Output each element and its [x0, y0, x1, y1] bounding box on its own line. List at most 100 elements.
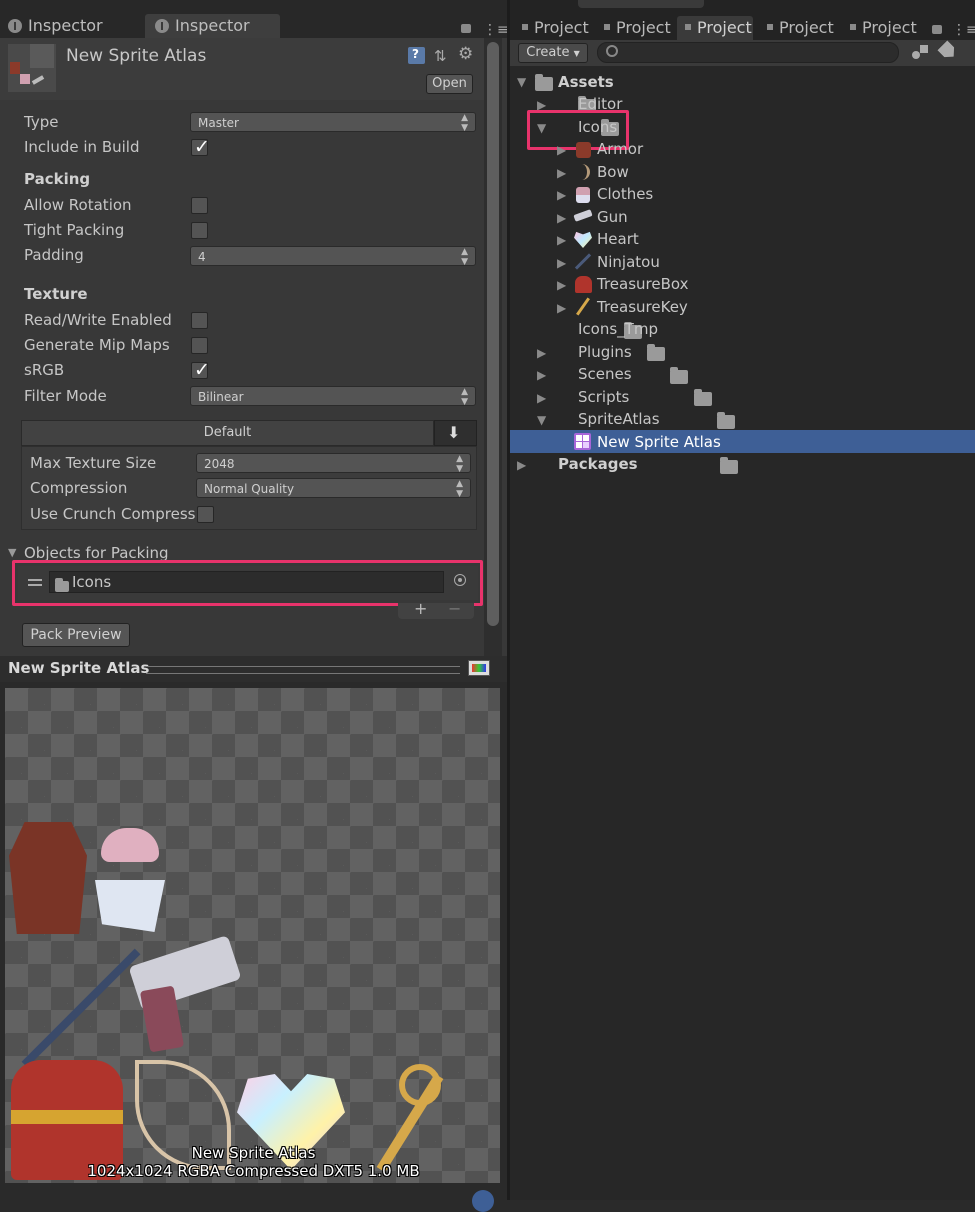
- tab-project-2[interactable]: Project: [604, 16, 671, 40]
- expand-triangle-icon[interactable]: ▶: [557, 256, 566, 270]
- expand-triangle-icon[interactable]: ▶: [517, 458, 526, 472]
- tree-item-bow[interactable]: Bow: [597, 163, 629, 181]
- tab-project-5[interactable]: Project: [850, 16, 917, 40]
- gear-icon[interactable]: ⚙: [458, 44, 473, 64]
- lock-icon[interactable]: [461, 24, 471, 33]
- menu-icon[interactable]: ⋮≡: [483, 22, 509, 38]
- read-write-checkbox[interactable]: [191, 312, 208, 329]
- clothes-top-sprite: [101, 828, 159, 862]
- allow-rotation-checkbox[interactable]: [191, 197, 208, 214]
- tree-item-spriteatlas[interactable]: SpriteAtlas: [578, 410, 660, 428]
- rgb-toggle-icon[interactable]: [468, 660, 490, 676]
- tree-item-new-sprite-atlas[interactable]: New Sprite Atlas: [597, 433, 721, 451]
- add-item-button[interactable]: +: [414, 599, 427, 618]
- info-icon: [8, 19, 22, 33]
- tree-item-clothes[interactable]: Clothes: [597, 185, 653, 203]
- tree-item-armor[interactable]: Armor: [597, 140, 643, 158]
- asset-name: New Sprite Atlas: [66, 46, 207, 66]
- pack-preview-button[interactable]: Pack Preview: [22, 623, 130, 647]
- inspector-scrollbar[interactable]: [484, 38, 502, 656]
- list-footer: + −: [398, 599, 474, 619]
- search-input[interactable]: [597, 42, 899, 63]
- atlas-preview: [5, 688, 500, 1183]
- expand-triangle-icon[interactable]: ▶: [537, 391, 546, 405]
- asset-thumbnail: [8, 44, 56, 92]
- expand-triangle-icon[interactable]: ▶: [557, 166, 566, 180]
- preset-icon[interactable]: ⇅: [434, 47, 447, 65]
- include-in-build-checkbox[interactable]: ✓: [191, 136, 210, 158]
- collapse-triangle-icon[interactable]: ▼: [8, 546, 16, 559]
- filter-mode-dropdown[interactable]: Bilinear ▲ ▼: [190, 386, 476, 407]
- expand-triangle-icon[interactable]: ▶: [557, 233, 566, 247]
- tab-download-platform[interactable]: ⬇: [434, 420, 477, 446]
- srgb-checkbox[interactable]: ✓: [191, 359, 210, 381]
- sprite-atlas-icon: [574, 433, 591, 450]
- srgb-label: sRGB: [24, 361, 65, 379]
- download-icon: ⬇: [447, 423, 461, 442]
- filter-type-icon[interactable]: [910, 43, 932, 61]
- project-panel: [510, 0, 975, 1200]
- scrollbar-thumb[interactable]: [487, 42, 499, 626]
- tree-item-icons-tmp[interactable]: Icons_Tmp: [578, 320, 658, 338]
- tree-item-heart[interactable]: Heart: [597, 230, 639, 248]
- max-texture-size-label: Max Texture Size: [30, 454, 157, 472]
- folder-icon: [670, 367, 689, 384]
- tab-inspector-2[interactable]: Inspector: [145, 14, 280, 38]
- updown-icon: ▲ ▼: [456, 479, 463, 499]
- mip-maps-checkbox[interactable]: [191, 337, 208, 354]
- allow-rotation-label: Allow Rotation: [24, 196, 132, 214]
- preview-drag-bar[interactable]: [146, 666, 460, 674]
- tree-item-scripts[interactable]: Scripts: [578, 388, 629, 406]
- max-texture-size-dropdown[interactable]: 2048 ▲ ▼: [196, 453, 471, 474]
- padding-dropdown[interactable]: 4 ▲ ▼: [190, 246, 476, 267]
- tree-item-treasurebox[interactable]: TreasureBox: [597, 275, 689, 293]
- check-icon: ✓: [194, 136, 210, 158]
- preview-caption-info: 1024x1024 RGBA Compressed DXT5 1.0 MB: [87, 1162, 420, 1180]
- expand-triangle-icon[interactable]: ▶: [537, 368, 546, 382]
- tab-project-3[interactable]: Project: [677, 16, 753, 40]
- tree-item-treasurekey[interactable]: TreasureKey: [597, 298, 688, 316]
- help-icon[interactable]: ?: [408, 47, 425, 64]
- highlight-objects-box: [12, 560, 483, 606]
- preview-caption-name: New Sprite Atlas: [191, 1144, 316, 1162]
- tree-item-plugins[interactable]: Plugins: [578, 343, 632, 361]
- tight-packing-checkbox[interactable]: [191, 222, 208, 239]
- menu-icon[interactable]: ⋮≡: [952, 22, 975, 38]
- expand-triangle-icon[interactable]: ▶: [557, 211, 566, 225]
- crunch-checkbox[interactable]: [197, 506, 214, 523]
- folder-icon: [535, 74, 553, 91]
- tight-packing-label: Tight Packing: [24, 221, 125, 239]
- tree-item-ninjatou[interactable]: Ninjatou: [597, 253, 660, 271]
- expand-triangle-icon[interactable]: ▼: [517, 75, 526, 89]
- expand-triangle-icon[interactable]: ▶: [557, 278, 566, 292]
- tab-inspector-1[interactable]: Inspector: [8, 14, 133, 38]
- expand-triangle-icon[interactable]: ▶: [537, 346, 546, 360]
- create-button[interactable]: Create ▼: [518, 43, 588, 63]
- filter-mode-label: Filter Mode: [24, 387, 107, 405]
- expand-triangle-icon[interactable]: ▶: [557, 143, 566, 157]
- tree-item-assets[interactable]: Assets: [558, 73, 614, 91]
- armor-icon: [576, 142, 591, 158]
- folder-icon: [693, 389, 712, 406]
- preview-caption: New Sprite Atlas 1024x1024 RGBA Compress…: [0, 1144, 507, 1180]
- play-controls[interactable]: [578, 0, 704, 8]
- tab-default-platform[interactable]: Default: [21, 420, 434, 446]
- lock-icon[interactable]: [932, 25, 942, 34]
- folder-icon: [647, 344, 666, 361]
- remove-item-button[interactable]: −: [448, 599, 461, 618]
- tree-item-scenes[interactable]: Scenes: [578, 365, 632, 383]
- tab-project-4[interactable]: Project: [767, 16, 834, 40]
- tab-project-1[interactable]: Project: [522, 16, 589, 40]
- type-dropdown[interactable]: Master ▲ ▼: [190, 112, 476, 133]
- treasurekey-head-sprite: [399, 1064, 441, 1106]
- collab-icon[interactable]: [472, 1190, 494, 1212]
- compression-dropdown[interactable]: Normal Quality ▲ ▼: [196, 478, 471, 499]
- tree-item-gun[interactable]: Gun: [597, 208, 628, 226]
- check-icon: ✓: [194, 359, 210, 381]
- open-button[interactable]: Open: [426, 74, 473, 94]
- expand-triangle-icon[interactable]: ▶: [557, 301, 566, 315]
- packing-header: Packing: [24, 170, 91, 188]
- expand-triangle-icon[interactable]: ▶: [557, 188, 566, 202]
- tree-item-packages[interactable]: Packages: [558, 455, 638, 473]
- expand-triangle-icon[interactable]: ▼: [537, 413, 546, 427]
